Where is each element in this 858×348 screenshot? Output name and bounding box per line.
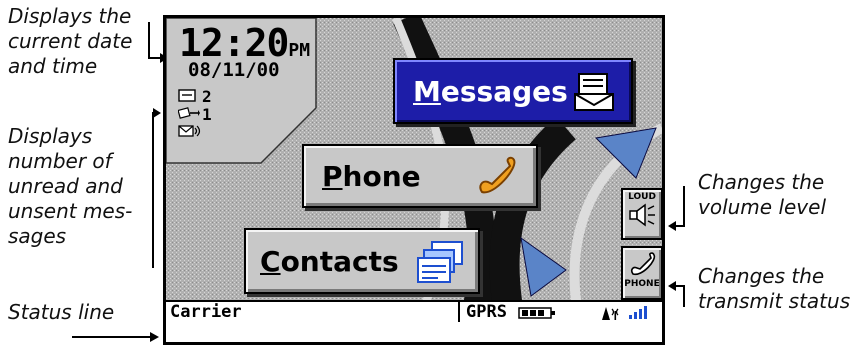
volume-button[interactable]: LOUD (621, 188, 662, 240)
callout-transmit: Changes the transmit status (698, 264, 851, 313)
device-screen: 12:20PM 08/11/00 2 1 Messages Phone Cont… (163, 15, 665, 345)
phone-side-label: PHONE (624, 279, 660, 289)
network-type: GPRS (466, 302, 507, 322)
unsent-row: 1 (177, 105, 212, 124)
envelope-icon (178, 88, 202, 106)
callout-unread: Displays number of unread and unsent mes… (8, 124, 133, 248)
phone-label: Phone (322, 159, 421, 193)
transmit-button[interactable]: PHONE (621, 246, 662, 300)
carrier-name: Carrier (170, 302, 242, 322)
loud-label: LOUD (628, 192, 656, 202)
unread-row: 2 (178, 88, 212, 106)
clock-date: 08/11/00 (188, 59, 280, 81)
speaker-icon (627, 203, 657, 231)
unread-count: 2 (202, 87, 212, 106)
address-cards-icon (416, 240, 466, 293)
contacts-button[interactable]: Contacts (244, 228, 480, 294)
handset-icon (474, 156, 518, 205)
status-panel: 12:20PM 08/11/00 2 1 (166, 18, 316, 178)
unsent-count: 1 (202, 105, 212, 124)
handset-icon (623, 252, 661, 279)
phone-button[interactable]: Phone (302, 144, 538, 208)
outbox-icon (177, 106, 202, 124)
status-line: Carrier GPRS (166, 300, 662, 322)
messages-button[interactable]: Messages (393, 58, 633, 124)
messages-label: Messages (413, 74, 568, 108)
contacts-label: Contacts (260, 244, 399, 278)
voicemail-icon (178, 124, 202, 142)
clock-ampm: PM (288, 40, 311, 61)
callout-status-line: Status line (8, 300, 115, 324)
envelope-tray-icon (573, 72, 617, 119)
bottom-strip (166, 322, 662, 342)
voicemail-row (178, 124, 202, 142)
callout-volume: Changes the volume level (698, 170, 827, 219)
callout-datetime: Displays the current date and time (8, 4, 133, 78)
